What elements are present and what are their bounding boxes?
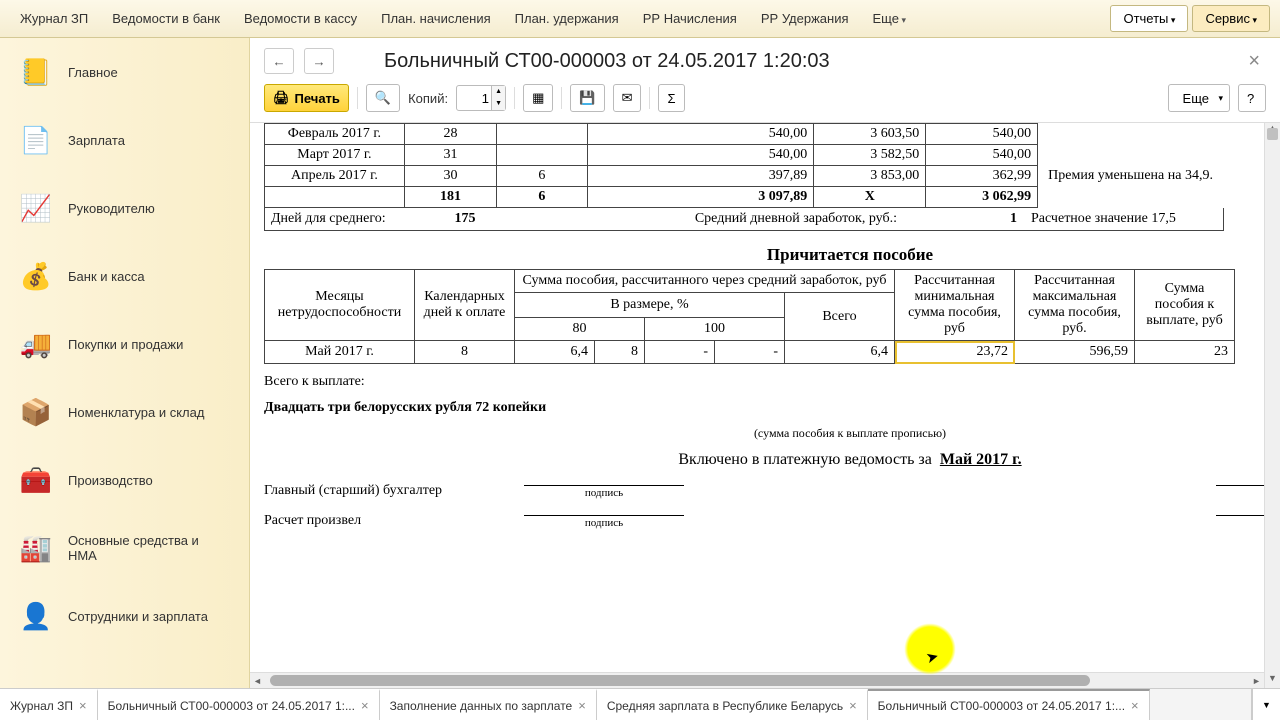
btab-sick2[interactable]: Больничный СТ00-000003 от 24.05.2017 1:.…: [868, 689, 1150, 720]
tabs-overflow-button[interactable]: ▼: [1252, 689, 1280, 720]
truck-icon: 🚚: [18, 326, 54, 362]
email-button[interactable]: ✉: [613, 84, 642, 112]
reports-button[interactable]: Отчеты: [1110, 5, 1188, 32]
toolbar-more-button[interactable]: Еще▾: [1168, 84, 1230, 112]
page-title: Больничный СТ00-000003 от 24.05.2017 1:2…: [344, 50, 1232, 73]
sum-button[interactable]: Σ: [658, 84, 684, 112]
preview-button[interactable]: 🔍: [366, 84, 400, 112]
desk-lamp-icon: 📒: [18, 54, 54, 90]
sidebar-item-label: Банк и касса: [68, 269, 145, 284]
scroll-right-icon[interactable]: ►: [1249, 673, 1264, 688]
magnifier-icon: 🔍: [375, 90, 391, 106]
menu-rr-nachisleniya[interactable]: РР Начисления: [633, 5, 747, 32]
btab-zhurnal[interactable]: Журнал ЗП×: [0, 689, 98, 720]
table-row: Март 2017 г.31 540,003 582,50540,00: [265, 145, 1224, 166]
sidebar-item-label: Номенклатура и склад: [68, 405, 204, 420]
close-icon[interactable]: ×: [578, 698, 586, 713]
table-row: Апрель 2017 г.306 397,893 853,00362,99 П…: [265, 166, 1224, 187]
sidebar-item-label: Главное: [68, 65, 118, 80]
sidebar: 📒 Главное 📄 Зарплата 📈 Руководителю 💰 Банк и…: [0, 38, 250, 688]
coins-icon: 💰: [18, 258, 54, 294]
toolbar: 🖨Печать 🔍 Копий: ▲▼ ▦ 💾 ✉ Σ Еще▾ ?: [250, 78, 1280, 123]
scroll-down-icon[interactable]: ▼: [1265, 673, 1280, 688]
document-scroll[interactable]: Февраль 2017 г. 28 540,00 3 603,50 540,0…: [250, 123, 1280, 688]
factory-icon: 🏭: [18, 530, 54, 566]
table-button[interactable]: ▦: [523, 84, 553, 112]
sig-chief: Главный (старший) бухгалтер подпись расш…: [264, 483, 1280, 499]
benefit-table: Месяцы нетрудоспособности Календарных дн…: [264, 269, 1235, 364]
benefit-title: Причитается пособие: [264, 245, 1280, 265]
scroll-thumb[interactable]: [1267, 128, 1278, 140]
close-icon[interactable]: ×: [849, 698, 857, 713]
table-row-total: 1816 3 097,89X3 062,99: [265, 187, 1224, 208]
content-area: ← → Больничный СТ00-000003 от 24.05.2017…: [250, 38, 1280, 688]
sidebar-inventory[interactable]: 📦 Номенклатура и склад: [0, 378, 249, 446]
scroll-left-icon[interactable]: ◄: [250, 673, 265, 688]
sidebar-item-label: Основные средства и НМА: [68, 533, 231, 563]
menu-vedomosti-kassa[interactable]: Ведомости в кассу: [234, 5, 367, 32]
print-button[interactable]: 🖨Печать: [264, 84, 349, 112]
total-payout-words: Двадцать три белорусских рубля 72 копейк…: [264, 400, 1280, 416]
payout-hint: (сумма пособия к выплате прописью): [264, 426, 1280, 441]
btab-sick1[interactable]: Больничный СТ00-000003 от 24.05.2017 1:.…: [98, 689, 380, 720]
sig-calc: Расчет произвел подпись расшифровка подп…: [264, 513, 1280, 529]
nav-back-button[interactable]: ←: [264, 48, 294, 74]
top-menu: Журнал ЗП Ведомости в банк Ведомости в к…: [0, 0, 1280, 38]
copies-down[interactable]: ▼: [491, 98, 505, 110]
save-button[interactable]: 💾: [570, 84, 604, 112]
sidebar-item-label: Производство: [68, 473, 153, 488]
help-button[interactable]: ?: [1238, 84, 1266, 112]
copies-label: Копий:: [408, 91, 448, 106]
menu-zhurnal-zp[interactable]: Журнал ЗП: [10, 5, 98, 32]
sigma-icon: Σ: [667, 91, 675, 106]
sidebar-bank-cash[interactable]: 💰 Банк и касса: [0, 242, 249, 310]
printer-icon: 🖨: [273, 90, 290, 106]
sidebar-item-label: Сотрудники и зарплата: [68, 609, 208, 624]
table-row: Февраль 2017 г. 28 540,00 3 603,50 540,0…: [265, 124, 1224, 145]
close-icon[interactable]: ×: [1131, 698, 1139, 713]
sidebar-assets[interactable]: 🏭 Основные средства и НМА: [0, 514, 249, 582]
close-icon[interactable]: ×: [361, 698, 369, 713]
save-icon: 💾: [579, 90, 595, 106]
copies-up[interactable]: ▲: [491, 86, 505, 98]
earnings-table: Февраль 2017 г. 28 540,00 3 603,50 540,0…: [264, 123, 1224, 208]
avg-days-row: Дней для среднего: 175 Средний дневной з…: [264, 208, 1224, 231]
close-icon[interactable]: ×: [79, 698, 87, 713]
sidebar-item-label: Руководителю: [68, 201, 155, 216]
sidebar-production[interactable]: 🧰 Производство: [0, 446, 249, 514]
sidebar-main[interactable]: 📒 Главное: [0, 38, 249, 106]
menu-more[interactable]: Еще: [863, 5, 916, 32]
sidebar-manager[interactable]: 📈 Руководителю: [0, 174, 249, 242]
document-icon: 📄: [18, 122, 54, 158]
sidebar-hr[interactable]: 👤 Сотрудники и зарплата: [0, 582, 249, 650]
btab-fill[interactable]: Заполнение данных по зарплате×: [380, 689, 597, 720]
service-button[interactable]: Сервис: [1192, 5, 1270, 32]
btab-avg-salary[interactable]: Средняя зарплата в Республике Беларусь×: [597, 689, 868, 720]
menu-plan-uderzhaniya[interactable]: План. удержания: [505, 5, 629, 32]
horizontal-scrollbar[interactable]: ◄ ►: [250, 672, 1264, 688]
sidebar-purchase-sales[interactable]: 🚚 Покупки и продажи: [0, 310, 249, 378]
menu-rr-uderzhaniya[interactable]: РР Удержания: [751, 5, 859, 32]
chart-icon: 📈: [18, 190, 54, 226]
hscroll-thumb[interactable]: [270, 675, 1090, 686]
menu-plan-nachisleniya[interactable]: План. начисления: [371, 5, 501, 32]
table-icon: ▦: [532, 90, 544, 106]
total-payout-label: Всего к выплате:: [264, 374, 1280, 390]
nav-forward-button[interactable]: →: [304, 48, 334, 74]
min-sum-cell[interactable]: 23,72: [895, 341, 1015, 364]
sidebar-item-label: Покупки и продажи: [68, 337, 183, 352]
bottom-tabs: Журнал ЗП× Больничный СТ00-000003 от 24.…: [0, 688, 1280, 720]
sidebar-item-label: Зарплата: [68, 133, 125, 148]
sidebar-salary[interactable]: 📄 Зарплата: [0, 106, 249, 174]
close-button[interactable]: ×: [1242, 50, 1266, 73]
vertical-scrollbar[interactable]: ▲ ▼: [1264, 123, 1280, 688]
boxes-icon: 📦: [18, 394, 54, 430]
mail-icon: ✉: [622, 90, 633, 106]
benefit-row: Май 2017 г. 8 6,4 8 - - 6,4 23,72 596,59…: [265, 341, 1235, 364]
person-icon: 👤: [18, 598, 54, 634]
period-link[interactable]: Май 2017 г.: [940, 451, 1022, 468]
toolbox-icon: 🧰: [18, 462, 54, 498]
menu-vedomosti-bank[interactable]: Ведомости в банк: [102, 5, 230, 32]
